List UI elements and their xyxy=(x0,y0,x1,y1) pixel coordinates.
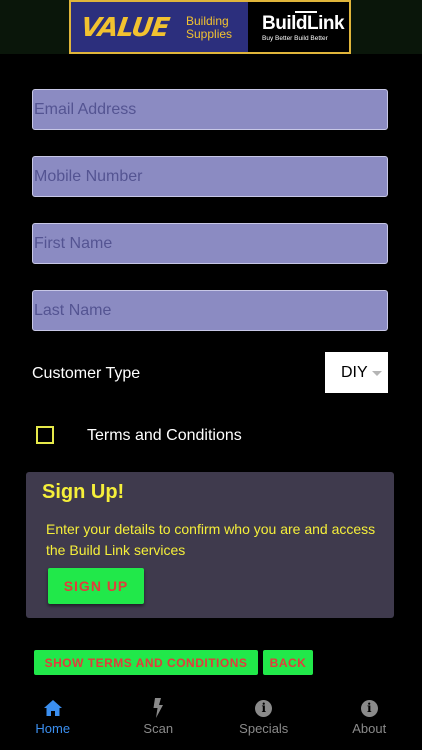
tab-scan[interactable]: Scan xyxy=(106,690,212,750)
tab-bar: Home Scan i Specials i About xyxy=(0,690,422,750)
tab-about-label: About xyxy=(352,721,387,736)
back-button[interactable]: BACK xyxy=(263,650,313,675)
caret-down-icon xyxy=(372,371,382,376)
tab-specials[interactable]: i Specials xyxy=(211,690,317,750)
mobile-input[interactable] xyxy=(32,156,388,197)
home-icon xyxy=(43,698,63,718)
customer-type-select[interactable]: DIY xyxy=(325,352,388,393)
logo-tagline: Buy Better Build Better xyxy=(262,35,328,42)
signup-title: Sign Up! xyxy=(42,481,125,503)
value-logo: VALUE Building Supplies xyxy=(71,2,248,52)
show-terms-button[interactable]: SHOW TERMS AND CONDITIONS xyxy=(34,650,258,675)
brand-logo: VALUE Building Supplies BuildLink Buy Be… xyxy=(69,0,351,54)
lightning-icon xyxy=(148,698,168,718)
customer-type-value: DIY xyxy=(341,363,368,381)
logo-buildlink-text: BuildLink xyxy=(262,13,345,34)
signup-description: Enter your details to confirm who you ar… xyxy=(46,521,376,558)
terms-label: Terms and Conditions xyxy=(87,427,242,444)
sign-up-button[interactable]: SIGN UP xyxy=(48,568,144,604)
customer-type-label: Customer Type xyxy=(32,365,141,382)
email-input[interactable] xyxy=(32,89,388,130)
buildlink-logo: BuildLink Buy Better Build Better xyxy=(248,2,349,52)
tab-scan-label: Scan xyxy=(143,721,174,736)
logo-building-supplies: Building Supplies xyxy=(186,14,233,41)
tab-about[interactable]: i About xyxy=(317,690,422,750)
tab-specials-label: Specials xyxy=(239,721,289,736)
app-header: VALUE Building Supplies BuildLink Buy Be… xyxy=(0,0,422,54)
last-name-input[interactable] xyxy=(32,290,388,331)
info-icon: i xyxy=(359,698,379,718)
first-name-input[interactable] xyxy=(32,223,388,264)
info-icon: i xyxy=(254,698,274,718)
terms-checkbox[interactable] xyxy=(36,426,54,444)
signup-card: Sign Up! Enter your details to confirm w… xyxy=(26,472,394,618)
tab-home[interactable]: Home xyxy=(0,690,106,750)
tab-home-label: Home xyxy=(35,721,71,736)
logo-value-text: VALUE xyxy=(78,13,171,43)
